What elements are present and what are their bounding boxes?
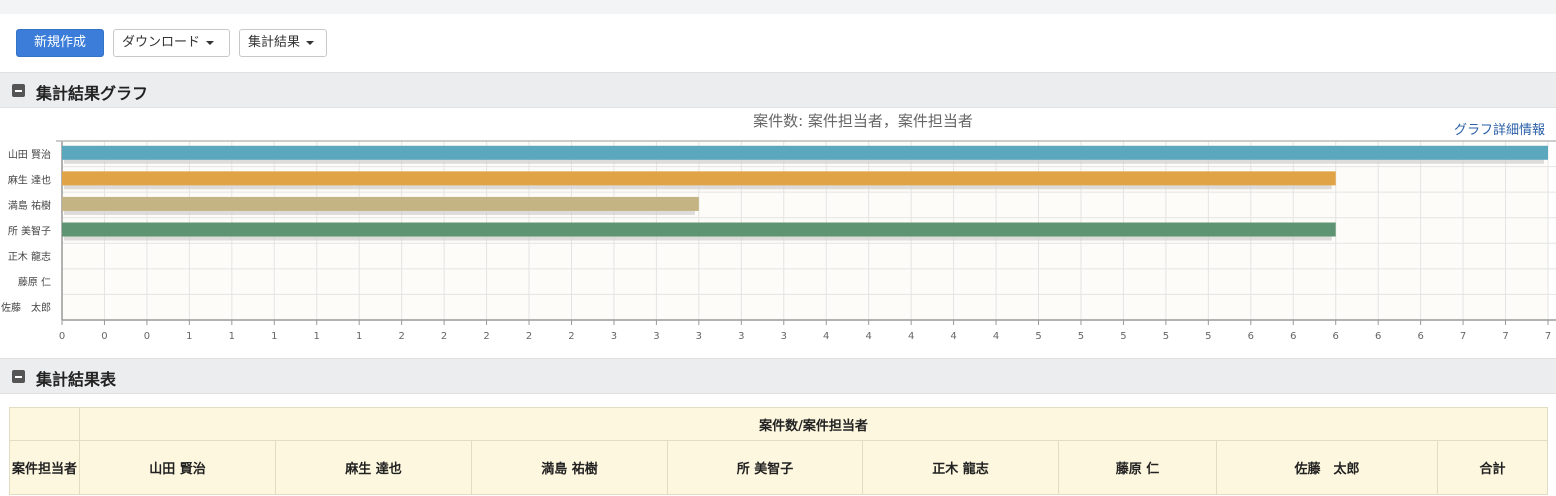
y-category-label: 佐藤 太郎	[1, 301, 51, 314]
x-tick-label: 3	[653, 331, 659, 342]
x-tick-label: 4	[993, 331, 999, 342]
x-tick-label: 3	[611, 331, 617, 342]
x-tick-label: 3	[781, 331, 787, 342]
chart-area: 0 0 0 1 1 1 1 1 2 2 2 2 2 3 3 3 3 3 4 4 4 4 4 5 5 5 5 5 6 6 6 6 6 7 7 7 山田 賢…	[0, 108, 1556, 358]
download-label: ダウンロード	[122, 35, 201, 50]
column-header: 合計	[1437, 440, 1548, 495]
column-header: 満島 祐樹	[471, 440, 668, 495]
x-tick-label: 3	[738, 331, 744, 342]
x-tick-label: 5	[1035, 331, 1041, 342]
corner-cell	[9, 407, 80, 441]
x-tick-label: 4	[823, 331, 829, 342]
group-header: 案件数/案件担当者	[79, 407, 1548, 441]
y-category-label: 麻生 達也	[8, 173, 51, 186]
graph-section-header[interactable]: 集計結果グラフ	[0, 72, 1556, 108]
x-tick-label: 6	[1417, 331, 1423, 342]
bar	[62, 171, 1336, 186]
x-tick-label: 5	[1163, 331, 1169, 342]
row-header: 案件担当者	[9, 440, 80, 495]
summary-table: 案件数/案件担当者 案件担当者 山田 賢治 麻生 達也 満島 祐樹所 美智子 正木 龍…	[9, 407, 1548, 495]
x-tick-label: 2	[568, 331, 574, 342]
x-tick-label: 5	[1120, 331, 1126, 342]
x-tick-label: 7	[1545, 331, 1551, 342]
x-tick-label: 6	[1290, 331, 1296, 342]
x-tick-label: 1	[314, 331, 320, 342]
column-header: 佐藤 太郎	[1216, 440, 1438, 495]
table-section-header[interactable]: 集計結果表	[0, 358, 1556, 394]
caret-down-icon	[206, 40, 215, 45]
chart-title: 案件数: 案件担当者，案件担当者	[753, 112, 973, 130]
x-tick-label: 7	[1502, 331, 1508, 342]
x-tick-label: 1	[271, 331, 277, 342]
column-header: 藤原 仁	[1058, 440, 1217, 495]
top-strip	[0, 0, 1556, 14]
summary-label: 集計結果	[248, 35, 301, 50]
x-tick-label: 2	[441, 331, 447, 342]
y-category-label: 藤原 仁	[18, 277, 51, 289]
summary-dropdown-button[interactable]: 集計結果	[239, 29, 327, 57]
graph-section-title: 集計結果グラフ	[36, 84, 149, 103]
x-tick-label: 0	[144, 331, 150, 342]
x-tick-label: 3	[696, 331, 702, 342]
x-tick-label: 6	[1248, 331, 1254, 342]
table-section-title: 集計結果表	[36, 370, 117, 389]
x-tick-label: 7	[1460, 331, 1466, 342]
column-header: 麻生 達也	[275, 440, 472, 495]
bar	[62, 145, 1548, 160]
column-header: 正木 龍志	[862, 440, 1059, 495]
x-tick-label: 2	[526, 331, 532, 342]
x-tick-label: 6	[1375, 331, 1381, 342]
caret-down-icon	[306, 40, 315, 45]
y-category-label: 所 美智子	[8, 225, 51, 238]
x-tick-label: 4	[908, 331, 914, 342]
y-category-label: 満島 祐樹	[8, 199, 51, 212]
x-tick-label: 0	[59, 331, 65, 342]
x-tick-label: 5	[1078, 331, 1084, 342]
x-tick-label: 4	[950, 331, 956, 342]
bar	[62, 196, 699, 211]
download-dropdown-button[interactable]: ダウンロード	[113, 29, 230, 57]
x-tick-label: 0	[101, 331, 107, 342]
toolbar: 新規作成 ダウンロード 集計結果	[0, 14, 1556, 72]
collapse-icon[interactable]	[12, 84, 25, 97]
new-button[interactable]: 新規作成	[16, 29, 104, 57]
bar	[62, 222, 1336, 237]
graph-detail-link[interactable]: グラフ詳細情報	[1454, 122, 1545, 138]
x-tick-label: 2	[398, 331, 404, 342]
y-category-label: 正木 龍志	[8, 250, 51, 263]
x-tick-label: 1	[229, 331, 235, 342]
summary-table-wrap: 案件数/案件担当者 案件担当者 山田 賢治 麻生 達也 満島 祐樹所 美智子 正木 龍…	[9, 407, 1548, 495]
x-tick-label: 2	[483, 331, 489, 342]
x-tick-label: 6	[1333, 331, 1339, 342]
x-tick-label: 1	[186, 331, 192, 342]
x-tick-label: 5	[1205, 331, 1211, 342]
x-tick-label: 1	[356, 331, 362, 342]
bar-chart: 0 0 0 1 1 1 1 1 2 2 2 2 2 3 3 3 3 3 4 4 4 4 4 5 5 5 5 5 6 6 6 6 6 7 7 7 山田 賢…	[1, 112, 1556, 342]
column-header: 山田 賢治	[79, 440, 276, 495]
x-tick-label: 4	[865, 331, 871, 342]
collapse-icon[interactable]	[12, 370, 25, 383]
column-header: 所 美智子	[667, 440, 863, 495]
y-category-label: 山田 賢治	[8, 148, 51, 161]
